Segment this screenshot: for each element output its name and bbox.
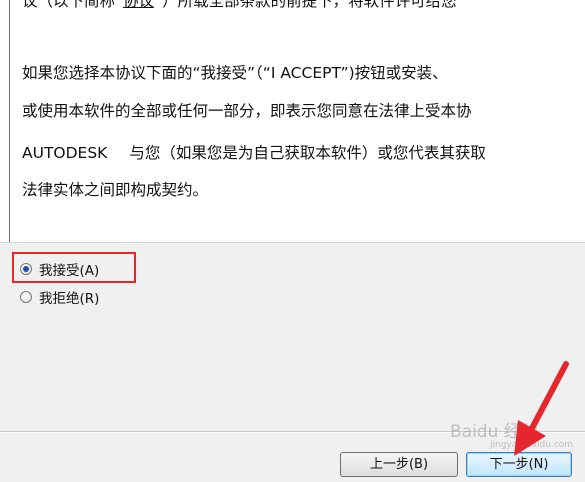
red-arrow-icon — [514, 361, 569, 456]
license-line: 或使用本软件的全部或任何一部分，即表示您同意在法律上受本协 — [22, 102, 472, 120]
baidu-watermark-url: jingyan.baidu.com — [490, 440, 574, 450]
accept-option[interactable]: 我接受(A) — [20, 259, 99, 279]
license-choice-group: 我接受(A) 我拒绝(R) — [0, 250, 585, 320]
reject-label[interactable]: 我拒绝(R) — [39, 287, 99, 307]
accept-radio[interactable] — [20, 263, 32, 275]
accept-label[interactable]: 我接受(A) — [39, 259, 99, 279]
baidu-watermark: Baidu 经验 — [450, 422, 538, 442]
footer-divider — [0, 431, 585, 433]
license-line: 法律实体之间即构成契约。 — [22, 181, 209, 199]
license-line-0-before: 议（以下简称“ — [22, 0, 124, 10]
back-button[interactable]: 上一步(B) — [340, 452, 458, 477]
panel-left-border — [9, 0, 10, 242]
license-line-0-after: ”）所载全部条款的前提下，将软件许可给您 — [154, 0, 457, 10]
license-text-panel[interactable]: 议（以下简称“协议”）所载全部条款的前提下，将软件许可给您 如果您选择本协议下面… — [0, 0, 585, 243]
reject-radio[interactable] — [20, 291, 32, 303]
license-line: AUTODESK 与您（如果您是为自己获取本软件）或您代表其获取 — [22, 143, 486, 163]
reject-option[interactable]: 我拒绝(R) — [20, 287, 99, 307]
license-line: 如果您选择本协议下面的“我接受”（“I ACCEPT”)按钮或安装、 — [22, 64, 448, 82]
license-line: 议（以下简称“协议”）所载全部条款的前提下，将软件许可给您 — [22, 0, 457, 11]
next-button[interactable]: 下一步(N) — [466, 452, 572, 477]
agreement-term: 协议 — [123, 0, 155, 10]
company-name: AUTODESK — [22, 144, 108, 162]
license-line-3-rest: 与您（如果您是为自己获取本软件）或您代表其获取 — [129, 144, 486, 162]
